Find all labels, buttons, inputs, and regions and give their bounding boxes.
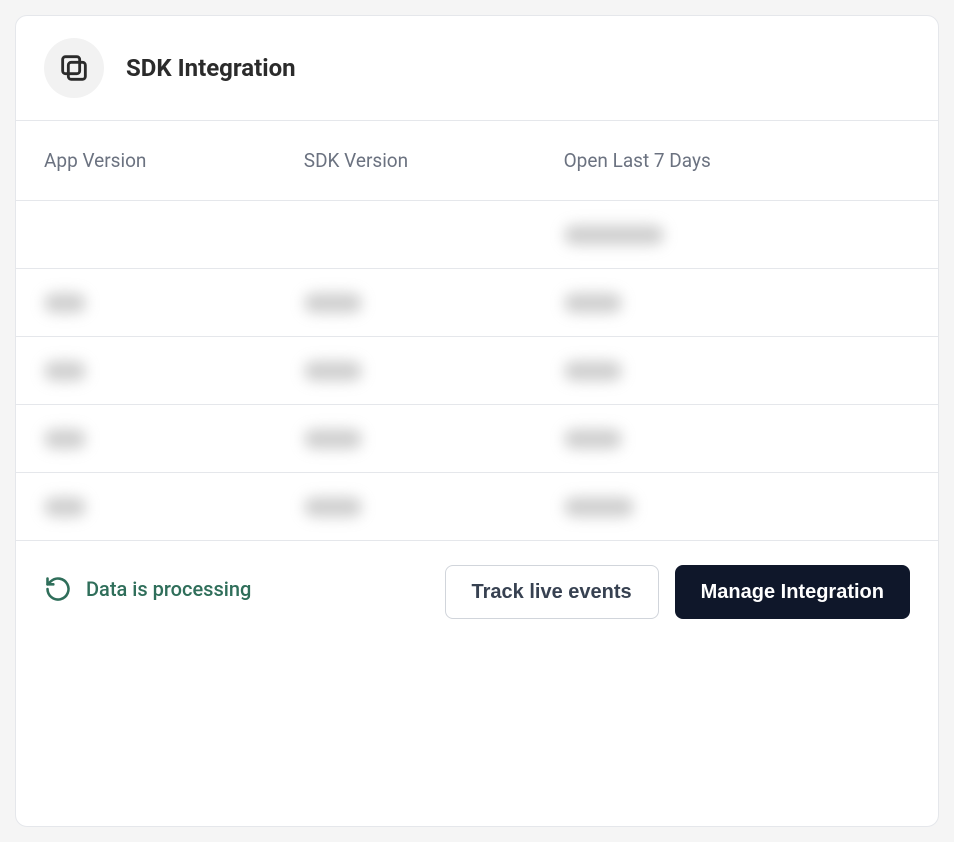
refresh-icon bbox=[44, 575, 72, 603]
blurred-value bbox=[44, 293, 86, 313]
blurred-value bbox=[564, 497, 634, 517]
card-footer: Data is processing Track live events Man… bbox=[16, 541, 938, 826]
blurred-value bbox=[564, 361, 622, 381]
track-live-events-button[interactable]: Track live events bbox=[445, 565, 659, 619]
status-text: Data is processing bbox=[86, 577, 251, 601]
blurred-value bbox=[304, 361, 362, 381]
blurred-value bbox=[44, 429, 86, 449]
card-header: SDK Integration bbox=[16, 16, 938, 121]
column-header-open-last-7-days: Open Last 7 Days bbox=[564, 149, 910, 172]
column-header-app-version: App Version bbox=[44, 149, 304, 172]
blurred-value bbox=[304, 293, 362, 313]
table-row bbox=[16, 337, 938, 405]
manage-integration-button[interactable]: Manage Integration bbox=[675, 565, 910, 619]
blurred-value bbox=[304, 497, 362, 517]
sdk-integration-card: SDK Integration App Version SDK Version … bbox=[15, 15, 939, 827]
column-header-sdk-version: SDK Version bbox=[304, 149, 564, 172]
table-row bbox=[16, 201, 938, 269]
table-row bbox=[16, 269, 938, 337]
blurred-value bbox=[564, 225, 664, 245]
card-title: SDK Integration bbox=[126, 54, 296, 82]
overlap-icon bbox=[44, 38, 104, 98]
blurred-value bbox=[564, 429, 622, 449]
blurred-value bbox=[564, 293, 622, 313]
blurred-value bbox=[44, 497, 86, 517]
blurred-value bbox=[304, 429, 362, 449]
table-row bbox=[16, 473, 938, 541]
table-row bbox=[16, 405, 938, 473]
processing-status: Data is processing bbox=[44, 565, 429, 603]
table-header: App Version SDK Version Open Last 7 Days bbox=[16, 121, 938, 201]
blurred-value bbox=[44, 361, 86, 381]
